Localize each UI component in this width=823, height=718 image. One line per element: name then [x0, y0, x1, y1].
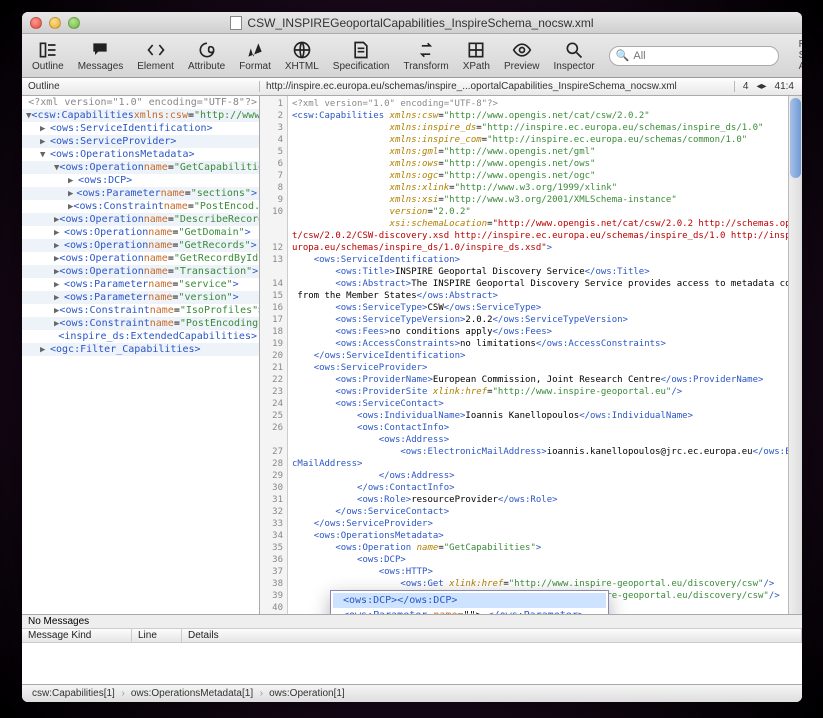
outline-row[interactable]: ▼<ows:Operation name="GetCapabilities">	[22, 161, 259, 174]
disclosure-icon[interactable]: ▶	[54, 228, 64, 238]
tool-xhtml[interactable]: XHTML	[285, 40, 319, 72]
infobar: Outline http://inspire.ec.europa.eu/sche…	[22, 78, 802, 96]
close-icon[interactable]	[30, 17, 42, 29]
preview-icon	[510, 40, 534, 60]
format-icon	[243, 40, 267, 60]
scrollbar-thumb[interactable]	[790, 98, 801, 178]
window-title: CSW_INSPIREGeoportalCapabilities_Inspire…	[22, 16, 802, 30]
breadcrumb[interactable]: csw:Capabilities[1]ows:OperationsMetadat…	[22, 684, 802, 702]
outline-row[interactable]: ▶<ows:DCP>	[22, 174, 259, 187]
outline-row[interactable]: ▼<csw:Capabilities xmlns:csw="http://www…	[22, 109, 259, 122]
disclosure-icon[interactable]: ▶	[40, 137, 50, 147]
disclosure-icon[interactable]: ▶	[40, 124, 50, 134]
search-box[interactable]: 🔍	[609, 46, 779, 66]
outline-row[interactable]: ▶<ows:Constraint name="IsoProfiles">	[22, 304, 259, 317]
tool-xpath[interactable]: XPath	[463, 40, 490, 72]
breadcrumb-item[interactable]: ows:Operation[1]	[263, 688, 355, 699]
zoom-icon[interactable]	[68, 17, 80, 29]
document-url[interactable]: http://inspire.ec.europa.eu/schemas/insp…	[260, 81, 734, 92]
outline-label: Outline	[22, 81, 260, 92]
tool-outline[interactable]: Outline	[32, 40, 64, 72]
messages-columns: Message Kind Line Details	[22, 629, 802, 643]
inspector-icon	[562, 40, 586, 60]
code-editor[interactable]: 1 2 3 4 5 6 7 8 9 10 12 13 14 15 16 17 1…	[260, 96, 802, 614]
outline-row[interactable]: ▶<ows:ServiceProvider>	[22, 135, 259, 148]
xhtml-icon	[290, 40, 314, 60]
outline-row[interactable]: <?xml version="1.0" encoding="UTF-8"?>	[22, 96, 259, 109]
outline-row[interactable]: ▶<ows:Operation name="Transaction">	[22, 265, 259, 278]
autocomplete-item[interactable]: <ows:DCP></ows:DCP>	[333, 593, 606, 608]
line-gutter: 1 2 3 4 5 6 7 8 9 10 12 13 14 15 16 17 1…	[260, 96, 288, 614]
outline-row[interactable]: ▶<ows:Constraint name="PostEncoding">	[22, 317, 259, 330]
attribute-icon	[195, 40, 219, 60]
outline-row[interactable]: <inspire_ds:ExtendedCapabilities>	[22, 330, 259, 343]
scrollbar[interactable]	[788, 96, 802, 614]
tool-attribute[interactable]: Attribute	[188, 40, 225, 72]
disclosure-icon[interactable]: ▶	[54, 293, 64, 303]
toolbar: Outline Messages Element Attribute Format XHT…	[22, 34, 802, 78]
tool-specification[interactable]: Specification	[333, 40, 390, 72]
outline-row[interactable]: ▶<ows:Constraint name="PostEncod...	[22, 200, 259, 213]
disclosure-icon[interactable]: ▶	[68, 189, 76, 199]
content-area: <?xml version="1.0" encoding="UTF-8"?>▼<…	[22, 96, 802, 614]
tool-transform[interactable]: Transform	[403, 40, 448, 72]
app-window: CSW_INSPIREGeoportalCapabilities_Inspire…	[22, 12, 802, 702]
outline-row[interactable]: ▼<ows:OperationsMetadata>	[22, 148, 259, 161]
outline-row[interactable]: ▶<ows:Operation name="GetDomain">	[22, 226, 259, 239]
specification-icon	[349, 40, 373, 60]
outline-row[interactable]: ▶<ows:ServiceIdentification>	[22, 122, 259, 135]
tool-inspector[interactable]: Inspector	[554, 40, 595, 72]
regex-label: Regex Search All	[799, 39, 802, 72]
tool-element[interactable]: Element	[137, 40, 174, 72]
tool-format[interactable]: Format	[239, 40, 271, 72]
outline-row[interactable]: ▶<ows:Operation name="DescribeRecord">	[22, 213, 259, 226]
tool-preview[interactable]: Preview	[504, 40, 540, 72]
search-input[interactable]	[633, 50, 775, 62]
cursor-position: 4◂▸41:4	[734, 81, 802, 92]
outline-tree[interactable]: <?xml version="1.0" encoding="UTF-8"?>▼<…	[22, 96, 260, 614]
element-icon	[144, 40, 168, 60]
breadcrumb-item[interactable]: csw:Capabilities[1]	[26, 688, 125, 699]
traffic-lights	[30, 17, 80, 29]
breadcrumb-item[interactable]: ows:OperationsMetadata[1]	[125, 688, 263, 699]
disclosure-icon[interactable]: ▶	[54, 280, 64, 290]
disclosure-icon[interactable]: ▶	[68, 176, 78, 186]
outline-icon	[36, 40, 60, 60]
messages-icon	[88, 40, 112, 60]
messages-title: No Messages	[22, 615, 802, 629]
disclosure-icon[interactable]: ▶	[40, 345, 50, 355]
autocomplete-item[interactable]: <ows:Parameter name=""> </ows:Parameter>	[333, 608, 606, 614]
messages-panel: No Messages Message Kind Line Details	[22, 614, 802, 684]
outline-row[interactable]: ▶<ogc:Filter_Capabilities>	[22, 343, 259, 356]
titlebar[interactable]: CSW_INSPIREGeoportalCapabilities_Inspire…	[22, 12, 802, 34]
outline-row[interactable]: ▶<ows:Operation name="GetRecordById">	[22, 252, 259, 265]
messages-body	[22, 643, 802, 684]
autocomplete-popup[interactable]: <ows:DCP></ows:DCP><ows:Parameter name="…	[330, 590, 609, 614]
transform-icon	[414, 40, 438, 60]
outline-row[interactable]: ▶<ows:Operation name="GetRecords">	[22, 239, 259, 252]
minimize-icon[interactable]	[49, 17, 61, 29]
outline-row[interactable]: ▶<ows:Parameter name="service">	[22, 278, 259, 291]
outline-row[interactable]: ▶<ows:Parameter name="version">	[22, 291, 259, 304]
disclosure-icon[interactable]: ▶	[54, 241, 64, 251]
disclosure-icon[interactable]: ▼	[40, 150, 50, 160]
document-icon	[230, 16, 242, 30]
tool-messages[interactable]: Messages	[78, 40, 124, 72]
code-area[interactable]: <?xml version="1.0" encoding="UTF-8"?> <…	[288, 96, 802, 614]
outline-row[interactable]: ▶<ows:Parameter name="sections">	[22, 187, 259, 200]
search-icon: 🔍	[616, 49, 630, 62]
xpath-icon	[464, 40, 488, 60]
